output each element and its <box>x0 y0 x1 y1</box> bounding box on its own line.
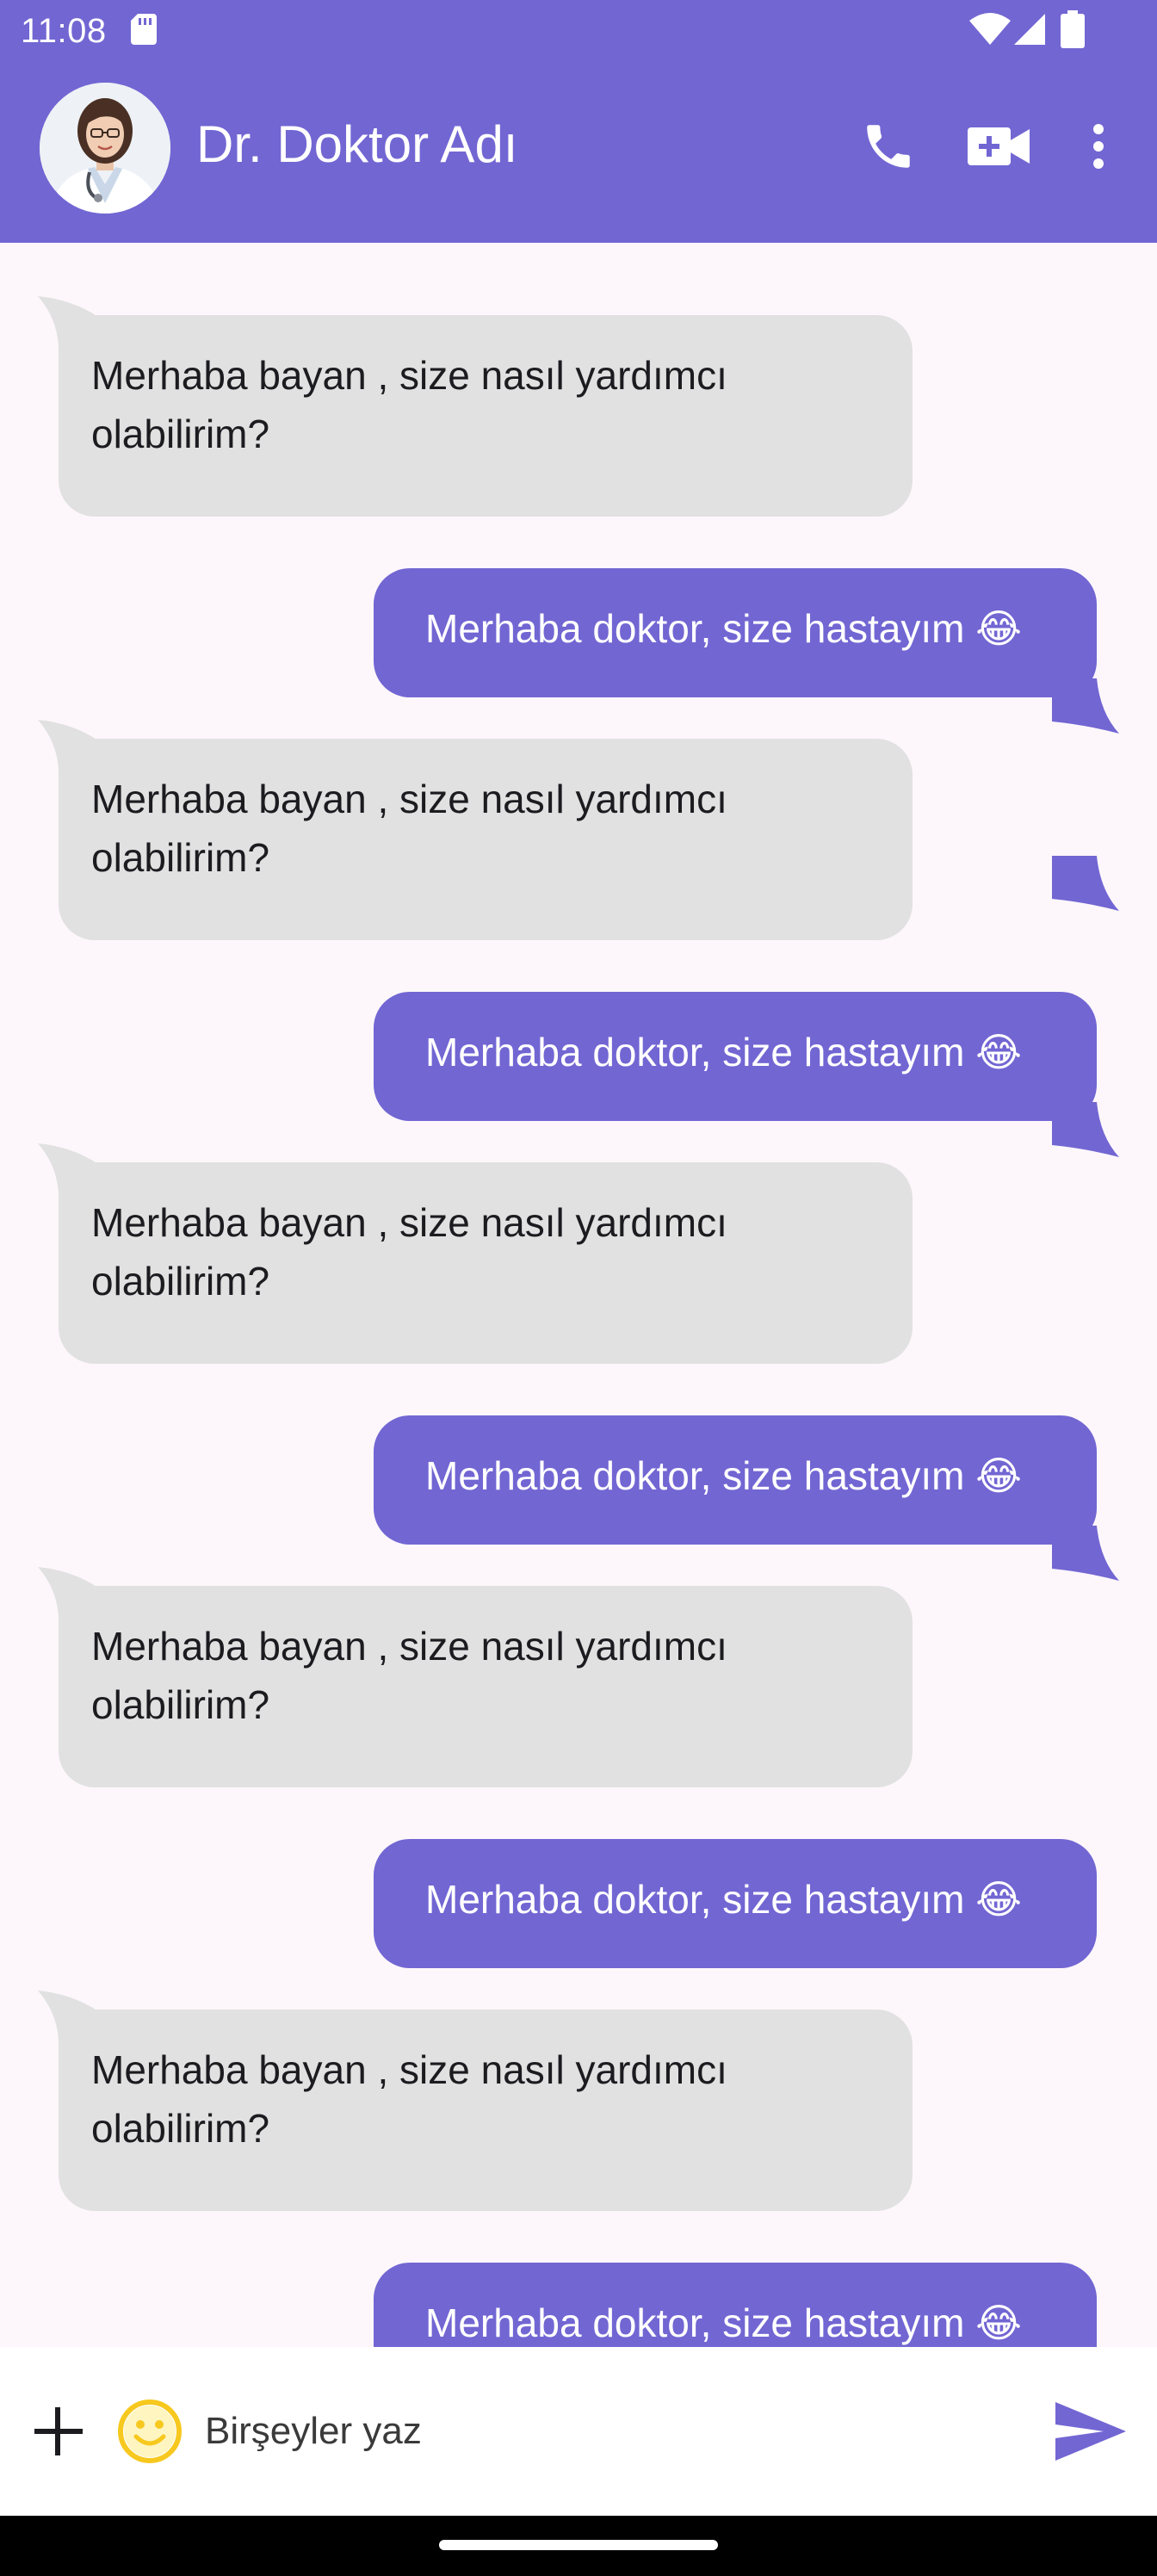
app-bar: Dr. Doktor Adı <box>0 62 1157 243</box>
attach-button[interactable] <box>26 2399 91 2464</box>
bubble-tail <box>1052 856 1119 911</box>
more-vert-icon <box>1092 122 1105 175</box>
phone-icon <box>860 118 917 179</box>
outgoing-message: Merhaba doktor, size hastayım 😂 <box>374 1839 1097 1968</box>
emoji-button[interactable] <box>115 2397 184 2466</box>
incoming-message: Merhaba bayan , size nasıl yardımcı olab… <box>59 1586 913 1787</box>
message-composer <box>0 2347 1157 2516</box>
chat-message-list[interactable]: Merhaba bayan , size nasıl yardımcı olab… <box>0 243 1157 2347</box>
home-gesture-handle[interactable] <box>439 2540 718 2550</box>
message-input[interactable] <box>203 2392 1021 2471</box>
page-title: Dr. Doktor Adı <box>196 115 518 173</box>
bubble-tail <box>1052 678 1119 734</box>
incoming-message: Merhaba bayan , size nasıl yardımcı olab… <box>59 2009 913 2211</box>
plus-icon <box>26 2407 91 2468</box>
call-button[interactable] <box>847 107 930 189</box>
bubble-tail <box>1052 1102 1119 1157</box>
status-bar: 11:08 <box>0 0 1157 62</box>
battery-icon <box>1061 10 1085 48</box>
incoming-message: Merhaba bayan , size nasıl yardımcı olab… <box>59 315 913 517</box>
incoming-message: Merhaba bayan , size nasıl yardımcı olab… <box>59 1162 913 1364</box>
outgoing-message: Merhaba doktor, size hastayım 😂 <box>374 2263 1097 2347</box>
more-options-button[interactable] <box>1057 107 1140 189</box>
signal-icon <box>1014 12 1047 46</box>
send-icon <box>1052 2402 1129 2469</box>
sd-card-icon <box>131 14 157 45</box>
bubble-tail <box>1052 1526 1119 1581</box>
wifi-icon <box>969 12 1011 46</box>
video-call-icon <box>968 122 1030 175</box>
incoming-message: Merhaba bayan , size nasıl yardımcı olab… <box>59 739 913 940</box>
status-time: 11:08 <box>21 12 107 50</box>
outgoing-message: Merhaba doktor, size hastayım 😂 <box>374 1415 1097 1545</box>
outgoing-message: Merhaba doktor, size hastayım 😂 <box>374 992 1097 1121</box>
send-button[interactable] <box>1052 2397 1129 2466</box>
system-nav-bar <box>0 2516 1157 2576</box>
doctor-avatar[interactable] <box>40 83 170 214</box>
video-call-button[interactable] <box>957 107 1040 189</box>
outgoing-message: Merhaba doktor, size hastayım 😂 <box>374 568 1097 697</box>
smiley-icon <box>115 2400 184 2469</box>
